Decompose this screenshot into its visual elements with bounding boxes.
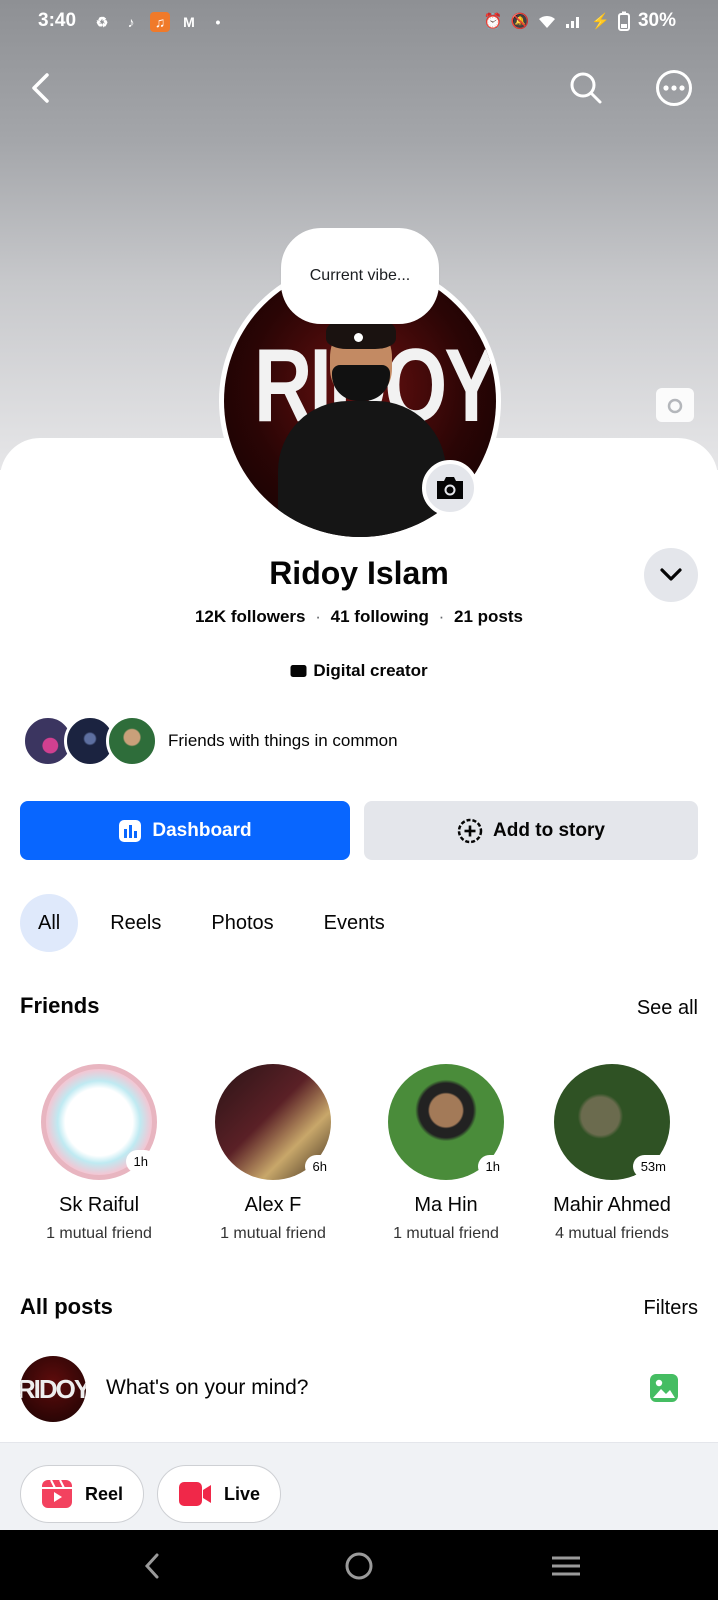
edit-cover-button[interactable]	[656, 388, 694, 422]
signal-icon	[565, 10, 583, 32]
add-story-label: Add to story	[493, 819, 605, 841]
stats-separator: ·	[438, 607, 445, 626]
quick-actions-bar: Reel Live	[0, 1442, 718, 1530]
friend-card[interactable]: 1h Sk Raiful 1 mutual friend	[14, 1064, 184, 1243]
friend-avatar: 1h	[388, 1064, 508, 1180]
vibe-bubble[interactable]: Current vibe...	[281, 228, 439, 324]
mutual-friends-count: 4 mutual friends	[555, 1225, 669, 1242]
battery-icon	[617, 10, 630, 32]
alarm-icon: ⏰	[483, 13, 503, 30]
wifi-icon	[537, 10, 557, 32]
friend-card[interactable]: 6h Alex F 1 mutual friend	[188, 1064, 358, 1243]
system-home-button[interactable]	[341, 1548, 377, 1584]
tab-all[interactable]: All	[20, 894, 79, 952]
mutual-friends-count: 1 mutual friend	[220, 1225, 326, 1242]
common-friends-row[interactable]: Friends with things in common	[22, 715, 398, 767]
charging-icon: ⚡	[591, 13, 610, 30]
edit-avatar-button[interactable]	[422, 460, 478, 516]
camera-icon	[437, 477, 463, 499]
system-recents-button[interactable]	[548, 1548, 584, 1584]
status-system-icons: ⏰ 🔕 ⚡ 30%	[484, 10, 676, 32]
friend-card[interactable]: 1h Ma Hin 1 mutual friend	[361, 1064, 531, 1243]
dashboard-label: Dashboard	[152, 819, 252, 841]
friend-name: Ma Hin	[414, 1194, 478, 1216]
system-back-button[interactable]	[134, 1548, 170, 1584]
live-video-icon	[179, 1482, 211, 1506]
friend-card[interactable]: 53m Mahir Ahmed 4 mutual friends	[527, 1064, 697, 1243]
add-to-story-button[interactable]: Add to story	[364, 801, 698, 860]
story-time-badge: 1h	[125, 1150, 156, 1173]
dot-icon: •	[215, 14, 221, 30]
gmail-icon: M	[183, 14, 195, 30]
composer-prompt[interactable]: What's on your mind?	[106, 1376, 308, 1400]
posts-count[interactable]: 21 posts	[454, 607, 523, 626]
back-arrow-icon	[32, 73, 49, 103]
status-app-icons: ♻ ♪ ♫ M •	[92, 12, 228, 32]
friend-avatar: 1h	[41, 1064, 157, 1180]
chevron-down-icon	[660, 568, 682, 581]
reel-icon	[42, 1479, 72, 1508]
live-label: Live	[224, 1483, 261, 1504]
expand-profile-button[interactable]	[644, 548, 698, 602]
profile-stats: 12K followers · 41 following · 21 posts	[0, 607, 718, 627]
story-time-badge: 6h	[304, 1155, 335, 1178]
reel-button[interactable]: Reel	[20, 1465, 145, 1523]
briefcase-icon	[290, 665, 307, 677]
post-composer[interactable]: RIDOY What's on your mind?	[20, 1356, 698, 1422]
system-home-icon	[345, 1552, 373, 1580]
all-posts-title: All posts	[20, 1294, 113, 1319]
friend-name: Mahir Ahmed	[553, 1194, 671, 1216]
vibe-prompt: Current vibe...	[309, 267, 411, 284]
status-time: 3:40	[38, 10, 77, 31]
battery-level: 30%	[637, 10, 676, 31]
mutual-friends-count: 1 mutual friend	[46, 1225, 152, 1242]
common-friends-label: Friends with things in common	[168, 731, 398, 750]
mutual-friends-count: 1 mutual friend	[393, 1225, 499, 1242]
bar-chart-icon	[119, 819, 142, 842]
profile-tabs: All Reels Photos Events	[20, 894, 417, 952]
search-button[interactable]	[564, 66, 608, 110]
see-all-friends-link[interactable]: See all	[637, 997, 698, 1020]
sync-icon: ♻	[95, 13, 109, 30]
friend-name: Alex F	[244, 1194, 302, 1216]
more-options-button[interactable]	[652, 66, 696, 110]
avatar-body	[278, 401, 446, 537]
live-button[interactable]: Live	[157, 1465, 282, 1523]
composer-avatar-text: RIDOY	[20, 1373, 86, 1404]
friend-avatar: 6h	[215, 1064, 335, 1180]
add-story-icon	[457, 818, 483, 843]
tiktok-icon: ♪	[127, 14, 135, 30]
tab-events[interactable]: Events	[306, 894, 403, 952]
system-navigation-bar	[0, 1530, 718, 1600]
filters-link[interactable]: Filters	[644, 1297, 698, 1320]
profile-category: Digital creator	[0, 661, 718, 681]
story-time-badge: 1h	[477, 1155, 508, 1178]
search-icon	[570, 72, 602, 104]
back-button[interactable]	[18, 66, 62, 110]
common-friend-avatar	[106, 715, 158, 767]
composer-avatar: RIDOY	[20, 1356, 86, 1422]
followers-count[interactable]: 12K followers	[195, 607, 306, 626]
reel-label: Reel	[85, 1483, 124, 1504]
profile-name: Ridoy Islam	[269, 555, 449, 591]
category-label: Digital creator	[313, 661, 428, 680]
tab-photos[interactable]: Photos	[193, 894, 291, 952]
camera-icon	[667, 398, 683, 414]
following-count[interactable]: 41 following	[331, 607, 429, 626]
system-recents-icon	[552, 1556, 580, 1576]
friend-name: Sk Raiful	[58, 1194, 140, 1216]
system-back-icon	[144, 1553, 159, 1579]
vibe-bubble-tail	[354, 333, 363, 342]
mute-icon: 🔕	[510, 13, 530, 30]
more-options-icon	[656, 70, 692, 106]
friends-title: Friends	[20, 993, 100, 1018]
stats-separator: ·	[315, 607, 321, 626]
story-time-badge: 53m	[632, 1155, 674, 1178]
status-bar: 3:40 ♻ ♪ ♫ M • ⏰ 🔕 ⚡ 30%	[0, 0, 718, 46]
tab-reels[interactable]: Reels	[92, 894, 179, 952]
dashboard-button[interactable]: Dashboard	[20, 801, 350, 860]
friend-avatar: 53m	[554, 1064, 674, 1180]
photo-icon[interactable]	[648, 1372, 680, 1404]
music-app-icon: ♫	[150, 12, 170, 32]
